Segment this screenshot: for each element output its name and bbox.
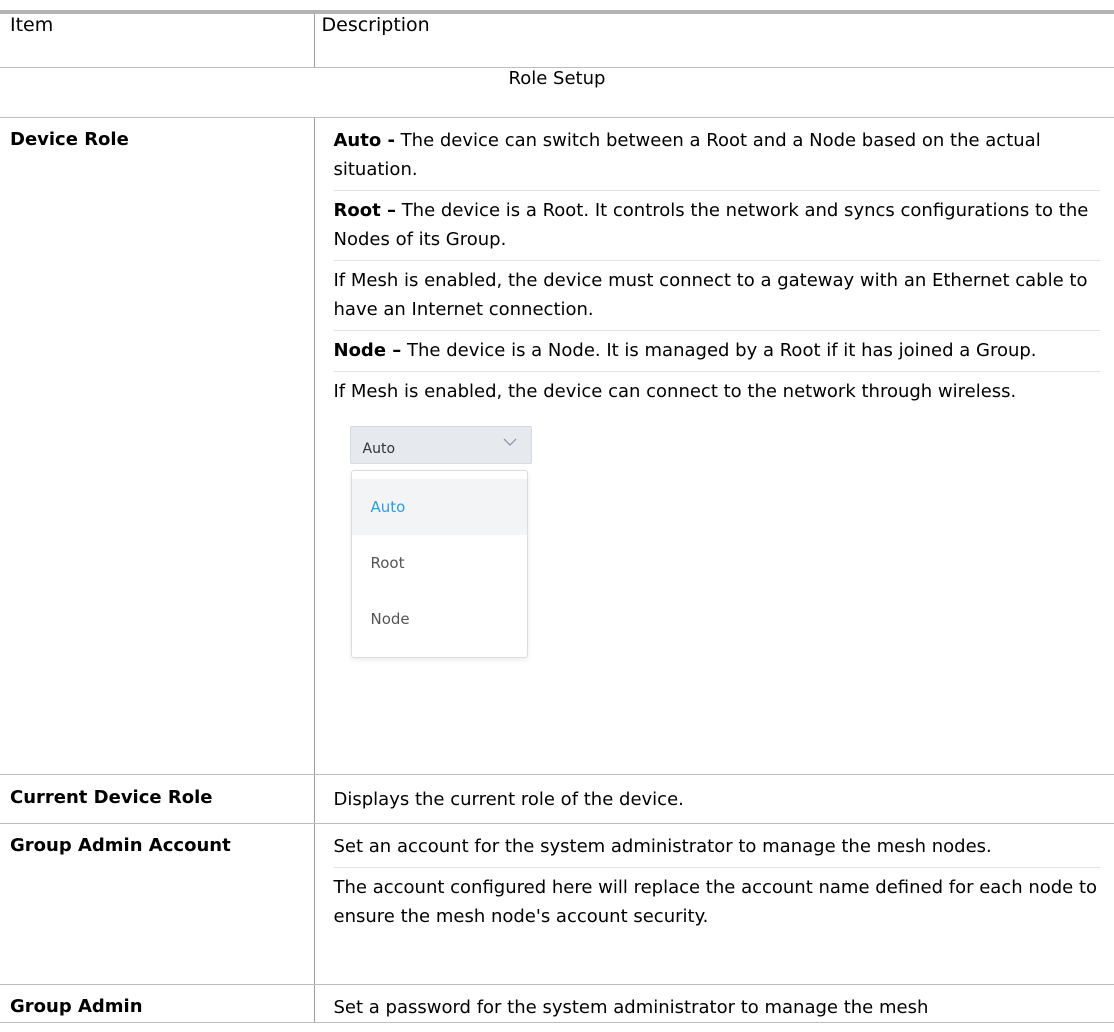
dropdown-option-auto[interactable]: Auto xyxy=(351,479,527,535)
paragraph-text: The device is a Node. It is managed by a… xyxy=(401,340,1037,361)
paragraph-text: The device can switch between a Root and… xyxy=(333,130,1041,180)
table-row: Group Admin Account Set an account for t… xyxy=(0,823,1114,985)
dropdown-options: Auto Root Node xyxy=(350,470,528,658)
table-row: Device Role Auto - The device can switch… xyxy=(0,117,1114,775)
description-paragraph: If Mesh is enabled, the device must conn… xyxy=(333,266,1100,331)
dropdown-option-root[interactable]: Root xyxy=(352,535,527,591)
section-title: Role Setup xyxy=(0,67,1114,118)
table-row: Group Admin Set a password for the syste… xyxy=(0,984,1114,1023)
item-description: Auto - The device can switch between a R… xyxy=(315,118,1114,701)
section-row: Role Setup xyxy=(0,67,1114,118)
item-name: Group Admin Account xyxy=(10,835,231,856)
description-paragraph: Node – The device is a Node. It is manag… xyxy=(333,336,1100,372)
device-role-select[interactable]: Auto xyxy=(349,426,532,464)
table-row: Current Device Role Displays the current… xyxy=(0,774,1114,824)
settings-table: Item Description Role Setup Device Role … xyxy=(0,10,1114,1023)
item-description: Set a password for the system administra… xyxy=(333,997,929,1018)
paragraph-text: If Mesh is enabled, the device can conne… xyxy=(333,381,1017,402)
description-paragraph: Root – The device is a Root. It controls… xyxy=(333,196,1100,261)
table-header: Item Description xyxy=(0,12,1114,68)
document-page: Item Description Role Setup Device Role … xyxy=(0,0,1114,1032)
device-role-dropdown-example: Auto Auto Root Node xyxy=(334,426,1101,701)
item-description: Set an account for the system administra… xyxy=(315,824,1114,937)
header-description: Description xyxy=(314,12,1114,68)
description-paragraph: Set an account for the system administra… xyxy=(333,832,1100,868)
header-item: Item xyxy=(0,12,315,68)
item-name: Group Admin xyxy=(10,996,143,1017)
dropdown-option-node[interactable]: Node xyxy=(352,591,527,647)
term-label: Root – xyxy=(333,200,396,221)
item-name: Current Device Role xyxy=(10,787,213,808)
description-paragraph: Auto - The device can switch between a R… xyxy=(333,126,1100,191)
item-name: Device Role xyxy=(10,129,129,150)
paragraph-text: The device is a Root. It controls the ne… xyxy=(333,200,1089,250)
select-value: Auto xyxy=(362,441,396,457)
item-description: Displays the current role of the device. xyxy=(333,789,684,810)
term-label: Auto - xyxy=(333,130,395,151)
description-paragraph: The account configured here will replace… xyxy=(333,877,1098,927)
paragraph-text: If Mesh is enabled, the device must conn… xyxy=(333,270,1088,320)
description-paragraph: If Mesh is enabled, the device can conne… xyxy=(334,377,1101,412)
chevron-down-icon xyxy=(503,438,516,446)
term-label: Node – xyxy=(333,340,402,361)
